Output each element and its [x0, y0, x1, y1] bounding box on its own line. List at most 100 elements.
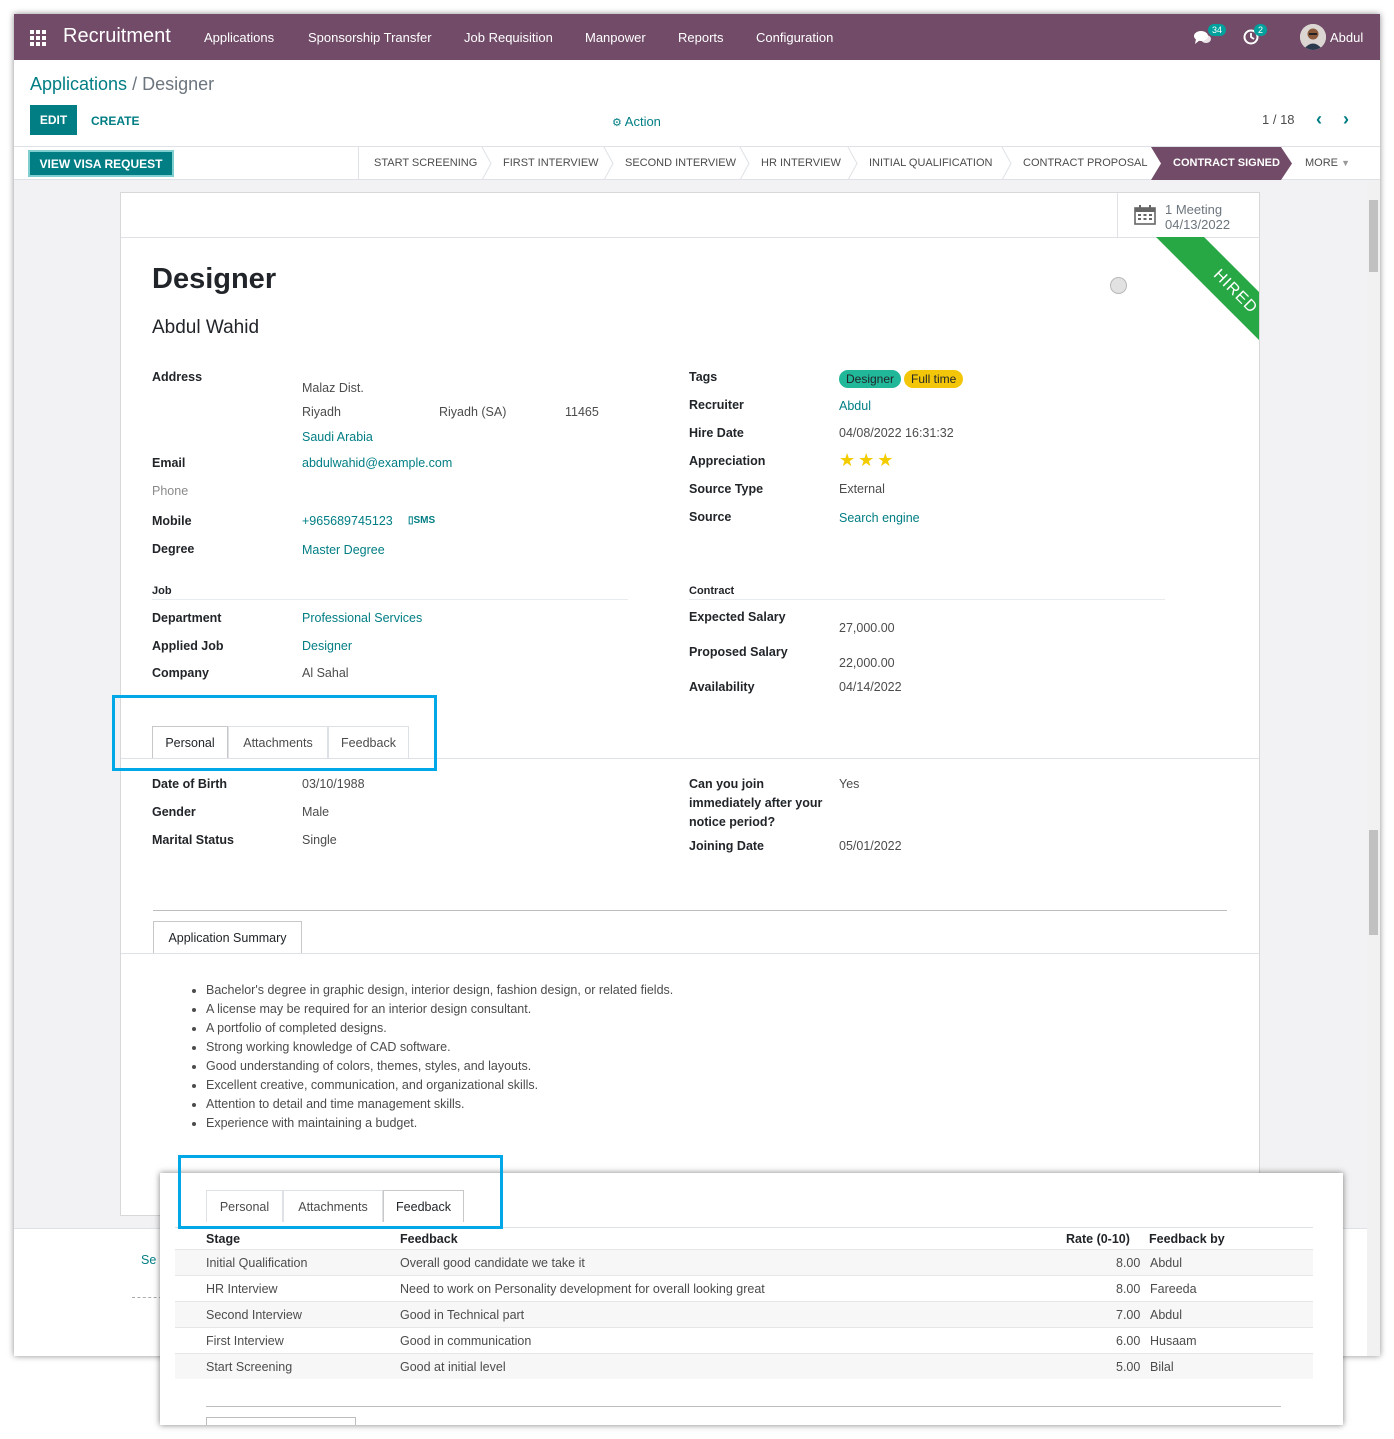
stage-hr-interview[interactable]: HR INTERVIEW: [761, 147, 841, 180]
kanban-state-dot[interactable]: [1110, 277, 1127, 294]
menu-sponsorship-transfer[interactable]: Sponsorship Transfer: [308, 30, 432, 45]
cell-feedback-by: Bilal: [1150, 1360, 1174, 1374]
department-field[interactable]: Professional Services: [302, 611, 422, 625]
department-label: Department: [152, 611, 222, 625]
sms-button[interactable]: ▯SMS: [408, 515, 435, 526]
stage-second-interview[interactable]: SECOND INTERVIEW: [625, 147, 736, 180]
menu-job-requisition[interactable]: Job Requisition: [464, 30, 553, 45]
table-header: Stage Feedback Rate (0-10) Feedback by: [175, 1227, 1313, 1249]
table-row[interactable]: HR Interview Need to work on Personality…: [175, 1275, 1313, 1301]
table-row[interactable]: First Interview Good in communication 6.…: [175, 1327, 1313, 1353]
chevron-left-icon[interactable]: ‹: [1316, 109, 1322, 130]
address-label: Address: [152, 370, 203, 384]
table-row[interactable]: Start Screening Good at initial level 5.…: [175, 1353, 1313, 1379]
view-visa-request-button[interactable]: VIEW VISA REQUEST: [28, 150, 174, 177]
menu-manpower[interactable]: Manpower: [585, 30, 646, 45]
job-section-title: Job: [152, 585, 172, 597]
divider: [121, 237, 1259, 238]
column-feedback-by[interactable]: Feedback by: [1149, 1232, 1225, 1246]
user-name[interactable]: Abdul: [1330, 30, 1363, 45]
cell-feedback: Good at initial level: [400, 1360, 506, 1374]
column-feedback[interactable]: Feedback: [400, 1232, 458, 1246]
source-field[interactable]: Search engine: [839, 511, 920, 525]
scrollbar[interactable]: [1367, 180, 1380, 1356]
city-field: Riyadh: [302, 405, 341, 419]
source-type-field: External: [839, 482, 885, 496]
tab-stub: [206, 1417, 356, 1425]
divider: [121, 953, 1259, 954]
join-question-line2: immediately after your: [689, 796, 823, 810]
form-sheet: 1 Meeting 04/13/2022 HIRED Designer Abdu…: [112, 192, 1260, 1216]
scroll-thumb[interactable]: [1369, 200, 1378, 272]
dob-label: Date of Birth: [152, 777, 227, 791]
email-field[interactable]: abdulwahid@example.com: [302, 456, 452, 470]
action-label: Action: [624, 114, 661, 129]
stage-start-screening[interactable]: START SCREENING: [374, 147, 477, 180]
phone-label: Phone: [152, 484, 189, 498]
cell-stage: First Interview: [206, 1334, 284, 1348]
company-field: Al Sahal: [302, 666, 349, 680]
applied-job-field[interactable]: Designer: [302, 639, 352, 653]
list-item: Bachelor's degree in graphic design, int…: [206, 981, 673, 1000]
column-rate[interactable]: Rate (0-10): [1066, 1232, 1130, 1246]
edit-button[interactable]: EDIT: [30, 105, 77, 135]
meeting-date: 04/13/2022: [1165, 217, 1231, 232]
pager-value[interactable]: 1 / 18: [1262, 112, 1295, 127]
availability-field: 04/14/2022: [839, 680, 902, 694]
caret-down-icon: ▼: [1341, 158, 1350, 168]
more-label: MORE: [1305, 157, 1338, 169]
gear-icon: ⚙: [612, 117, 622, 129]
stage-separator: [1001, 147, 1012, 180]
meeting-smart-button[interactable]: 1 Meeting 04/13/2022: [1117, 193, 1259, 237]
column-stage[interactable]: Stage: [206, 1232, 240, 1246]
chevron-right-icon[interactable]: ›: [1343, 109, 1349, 130]
send-message-button[interactable]: Se: [141, 1253, 156, 1267]
apps-grid-icon[interactable]: [30, 30, 46, 46]
tag-full-time[interactable]: Full time: [904, 370, 964, 388]
breadcrumb-applications[interactable]: Applications: [30, 74, 127, 94]
join-question-line3: notice period?: [689, 815, 776, 829]
proposed-salary-label: Proposed Salary: [689, 645, 788, 659]
company-label: Company: [152, 666, 209, 680]
menu-configuration[interactable]: Configuration: [756, 30, 833, 45]
menu-applications[interactable]: Applications: [204, 30, 274, 45]
table-row[interactable]: Second Interview Good in Technical part …: [175, 1301, 1313, 1327]
app-name[interactable]: Recruitment: [63, 25, 171, 48]
join-answer-field: Yes: [839, 777, 860, 791]
avatar[interactable]: [1300, 24, 1326, 50]
street-field: Malaz Dist.: [302, 381, 364, 395]
tab-application-summary[interactable]: Application Summary: [153, 921, 302, 954]
cell-feedback: Need to work on Personality development …: [400, 1282, 765, 1296]
highlight-box: [178, 1155, 503, 1229]
stage-first-interview[interactable]: FIRST INTERVIEW: [503, 147, 599, 180]
appreciation-stars[interactable]: ★★★: [839, 450, 896, 471]
contract-section-title: Contract: [689, 585, 735, 597]
breadcrumb-current: Designer: [142, 74, 215, 94]
messages-badge: 34: [1208, 24, 1227, 36]
create-button[interactable]: CREATE: [91, 114, 139, 128]
stage-more[interactable]: MORE ▼: [1305, 147, 1350, 180]
stage-separator: [481, 147, 492, 180]
action-menu[interactable]: ⚙ Action: [612, 114, 661, 129]
recruiter-field[interactable]: Abdul: [839, 399, 871, 413]
recruiter-label: Recruiter: [689, 398, 744, 412]
stage-initial-qualification[interactable]: INITIAL QUALIFICATION: [869, 147, 992, 180]
stage-separator: [739, 147, 750, 180]
degree-field[interactable]: Master Degree: [302, 543, 385, 557]
scroll-thumb[interactable]: [1369, 830, 1378, 935]
stage-contract-signed[interactable]: CONTRACT SIGNED: [1173, 147, 1280, 180]
dob-field: 03/10/1988: [302, 777, 365, 791]
menu-reports[interactable]: Reports: [678, 30, 724, 45]
tag-designer[interactable]: Designer: [839, 370, 902, 388]
joining-date-field: 05/01/2022: [839, 839, 902, 853]
list-item: Attention to detail and time management …: [206, 1095, 673, 1114]
appreciation-label: Appreciation: [689, 454, 766, 468]
cell-feedback-by: Husaam: [1150, 1334, 1197, 1348]
activities-badge: 2: [1254, 24, 1268, 36]
stage-contract-proposal[interactable]: CONTRACT PROPOSAL: [1023, 147, 1148, 180]
expected-salary-label: Expected Salary: [689, 610, 786, 624]
mobile-field[interactable]: +965689745123: [302, 514, 393, 528]
table-row[interactable]: Initial Qualification Overall good candi…: [175, 1249, 1313, 1275]
gender-label: Gender: [152, 805, 196, 819]
country-field[interactable]: Saudi Arabia: [302, 430, 373, 444]
